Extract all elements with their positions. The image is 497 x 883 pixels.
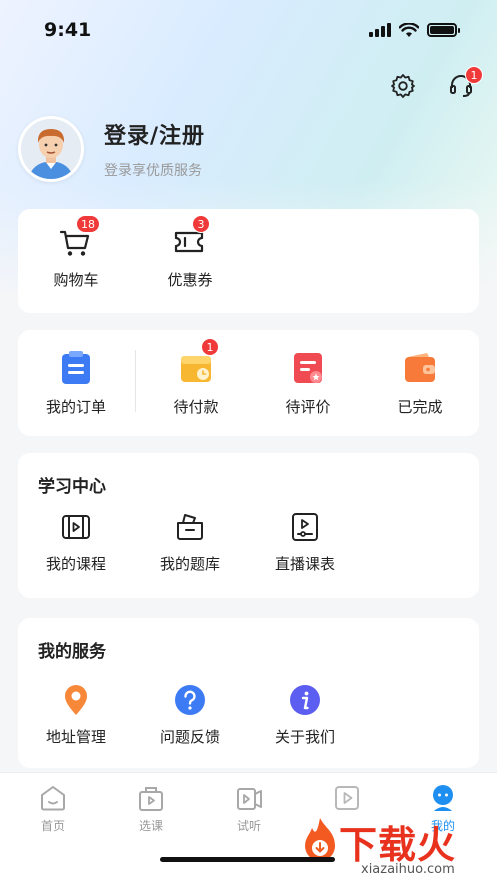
my-orders-label: 我的订单 <box>45 398 106 416</box>
study-center-title: 学习中心 <box>38 477 106 497</box>
feedback-entry[interactable]: 问题反馈 <box>140 684 240 747</box>
my-courses-label: 我的课程 <box>45 555 106 573</box>
tab-course-select[interactable]: 选课 <box>111 783 191 834</box>
address-management-label: 地址管理 <box>45 728 106 746</box>
signal-icon <box>369 23 391 37</box>
avatar[interactable] <box>18 116 84 182</box>
question-bank-label: 我的题库 <box>159 555 220 573</box>
orders-divider <box>135 350 136 412</box>
question-bank-icon <box>177 514 203 540</box>
profile-icon <box>433 785 453 811</box>
tab-home[interactable]: 首页 <box>13 783 93 834</box>
notification-badge: 1 <box>465 66 483 84</box>
study-center-card: 学习中心 我的课程 我的题库 直播课表 <box>18 453 479 598</box>
battery-icon <box>427 23 460 37</box>
play-icon <box>335 786 359 810</box>
pending-payment-entry[interactable]: 1 待付款 <box>146 338 246 417</box>
live-schedule-icon <box>292 513 318 541</box>
settings-button[interactable] <box>385 68 421 104</box>
pending-payment-label: 待付款 <box>173 398 219 416</box>
course-video-icon <box>62 515 90 539</box>
my-services-card: 我的服务 地址管理 问题反馈 关于我们 <box>18 618 479 768</box>
coupon-badge: 3 <box>192 215 210 233</box>
orders-card: 我的订单 1 待付款 待评价 已完成 <box>18 330 479 436</box>
my-courses-entry[interactable]: 我的课程 <box>26 511 126 574</box>
location-icon <box>65 685 87 715</box>
watermark-main: 下载火 <box>339 823 457 867</box>
gear-icon <box>391 74 415 98</box>
status-time: 9:41 <box>44 19 92 41</box>
pending-review-label: 待评价 <box>285 398 331 416</box>
tab-course-select-label: 选课 <box>138 819 163 833</box>
question-bank-entry[interactable]: 我的题库 <box>140 511 240 574</box>
completed-entry[interactable]: 已完成 <box>370 350 470 417</box>
tab-trial-label: 试听 <box>236 819 261 833</box>
completed-label: 已完成 <box>397 398 443 416</box>
feedback-label: 问题反馈 <box>159 728 220 746</box>
wifi-icon <box>399 22 419 37</box>
avatar-illustration <box>21 119 81 179</box>
profile-header[interactable]: 登录/注册 登录享优质服务 <box>18 116 205 182</box>
customer-service-button[interactable]: 1 <box>443 66 483 104</box>
cart-label: 购物车 <box>53 271 99 289</box>
watermark-url: xiazaihuo.com <box>361 862 455 877</box>
tab-home-label: 首页 <box>40 819 65 833</box>
profile-text: 登录/注册 登录享优质服务 <box>104 118 205 180</box>
header-actions: 1 <box>385 66 483 104</box>
cart-badge: 18 <box>76 215 100 233</box>
pending-payment-badge: 1 <box>201 338 219 356</box>
login-register-title[interactable]: 登录/注册 <box>104 118 205 150</box>
orders-icon <box>62 351 90 384</box>
coupon-entry[interactable]: 3 优惠券 <box>140 215 240 290</box>
pending-review-entry[interactable]: 待评价 <box>258 350 358 417</box>
course-select-icon <box>139 787 163 811</box>
cart-entry[interactable]: 18 购物车 <box>26 215 126 290</box>
coupon-label: 优惠券 <box>167 271 213 289</box>
wallet-icon <box>405 353 435 382</box>
live-schedule-entry[interactable]: 直播课表 <box>255 511 355 574</box>
tab-trial[interactable]: 试听 <box>209 783 289 834</box>
trial-icon <box>237 788 262 810</box>
home-icon <box>41 786 65 811</box>
review-icon <box>294 353 322 383</box>
watermark: 下载火 xiazaihuo.com <box>299 812 489 882</box>
about-us-entry[interactable]: 关于我们 <box>255 684 355 747</box>
status-bar: 9:41 <box>0 0 497 60</box>
profile-subtitle: 登录享优质服务 <box>104 163 202 179</box>
quick-access-card: 18 购物车 3 优惠券 <box>18 209 479 313</box>
info-icon <box>290 685 320 715</box>
address-management-entry[interactable]: 地址管理 <box>26 684 126 747</box>
live-schedule-label: 直播课表 <box>274 555 335 573</box>
about-us-label: 关于我们 <box>274 728 335 746</box>
home-indicator <box>160 857 335 862</box>
status-icons <box>369 22 460 38</box>
my-orders-entry[interactable]: 我的订单 <box>26 350 126 417</box>
my-services-title: 我的服务 <box>38 642 106 662</box>
help-icon <box>175 685 205 715</box>
